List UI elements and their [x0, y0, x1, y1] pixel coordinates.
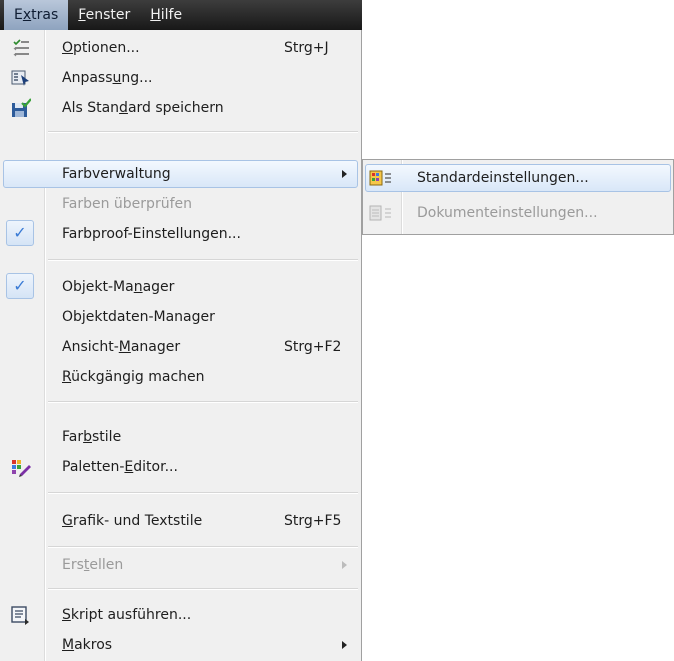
checkmark-icon: ✓ — [6, 273, 34, 299]
submenu-arrow-icon — [342, 561, 347, 569]
menu-item-farben-ueberpruefen: Farben überprüfen — [62, 196, 192, 212]
menu-separator — [48, 546, 358, 548]
menu-item-farbverwaltung[interactable]: Farbverwaltung — [0, 159, 361, 189]
menu-item-als-standard-speichern[interactable]: Als Standard speichern — [0, 93, 361, 123]
submenu-item-standardeinstellungen[interactable]: Standardeinstellungen... — [363, 163, 673, 193]
menu-separator — [48, 588, 358, 590]
options-icon — [11, 38, 31, 58]
menu-fenster[interactable]: Fenster — [68, 0, 140, 30]
document-settings-icon — [369, 205, 393, 221]
menu-item-optionen[interactable]: Optionen... Strg+J — [0, 33, 361, 63]
submenu-arrow-icon — [342, 170, 347, 178]
menu-item-grafik-und-textstile[interactable]: Grafik- und Textstile Strg+F5 — [0, 506, 361, 536]
menu-item-farbproof-einstellungen[interactable]: ✓ Farbproof-Einstellungen... — [0, 219, 361, 249]
submenu-arrow-icon — [342, 641, 347, 649]
menu-item-skript-ausfuehren[interactable]: Skript ausführen... — [0, 600, 361, 630]
menu-separator — [48, 492, 358, 494]
menu-item-paletten-editor[interactable]: Paletten-Editor... — [0, 452, 361, 482]
script-icon — [11, 605, 31, 625]
shortcut-text: Strg+F2 — [284, 339, 342, 355]
menu-item-farbstile[interactable]: Farbstile — [0, 422, 361, 452]
menu-hilfe[interactable]: Hilfe — [140, 0, 192, 30]
menu-item-anpassung[interactable]: Anpassung... — [0, 63, 361, 93]
customize-icon — [11, 68, 31, 88]
checkmark-icon: ✓ — [6, 220, 34, 246]
default-settings-icon — [369, 170, 393, 186]
shortcut-text: Strg+F5 — [284, 513, 342, 529]
extras-dropdown-menu: Optionen... Strg+J Anpassung... Als Stan… — [0, 30, 362, 661]
menu-item-makros[interactable]: Makros — [0, 630, 361, 660]
menu-item-objekt-manager[interactable]: ✓ Objekt-Manager — [0, 272, 361, 302]
farbverwaltung-submenu: Standardeinstellungen... Dokumenteinstel… — [362, 159, 674, 235]
hover-highlight — [3, 160, 358, 188]
menu-item-rueckgaengig-machen[interactable]: Rückgängig machen — [0, 362, 361, 392]
shortcut-text: Strg+J — [284, 40, 329, 56]
palette-editor-icon — [11, 457, 31, 477]
submenu-item-dokumenteinstellungen: Dokumenteinstellungen... — [363, 198, 673, 228]
menu-item-objektdaten-manager[interactable]: Objektdaten-Manager — [0, 302, 361, 332]
menu-item-erstellen: Erstellen — [0, 550, 361, 580]
menu-item-ansicht-manager[interactable]: Ansicht-Manager Strg+F2 — [0, 332, 361, 362]
menu-separator — [48, 259, 358, 261]
menu-extras[interactable]: Extras — [4, 0, 69, 30]
save-default-icon — [11, 98, 32, 118]
menu-separator — [48, 131, 358, 133]
menubar: Extras Fenster Hilfe — [0, 0, 362, 30]
menu-separator — [48, 401, 358, 403]
